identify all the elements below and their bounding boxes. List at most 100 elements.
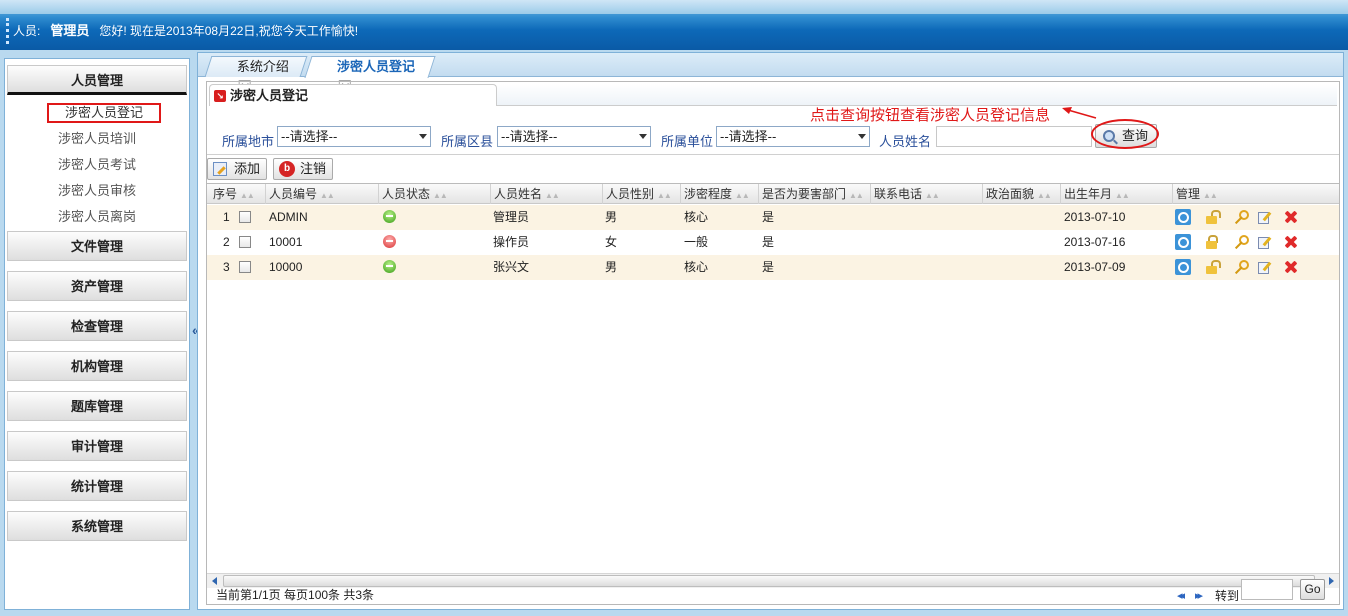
col-status[interactable]: 人员状态 ▲▲ bbox=[378, 184, 448, 204]
chevron-down-icon bbox=[858, 134, 866, 139]
table-row[interactable]: 2 10001 操作员 女 一般 是 2013-07-16 bbox=[207, 230, 1339, 255]
unit-select[interactable]: --请选择-- bbox=[716, 126, 870, 147]
sort-icon: ▲▲ bbox=[849, 191, 864, 200]
key-icon[interactable] bbox=[1231, 259, 1249, 275]
query-button[interactable]: 查询 bbox=[1095, 124, 1157, 148]
header-strip bbox=[0, 0, 1348, 14]
edit-icon[interactable] bbox=[1256, 234, 1272, 250]
view-icon[interactable] bbox=[1175, 209, 1191, 225]
unlock-icon[interactable] bbox=[1203, 209, 1221, 225]
col-name[interactable]: 人员姓名 ▲▲ bbox=[490, 184, 560, 204]
menu-organization[interactable]: 机构管理 bbox=[7, 351, 187, 381]
menu-system[interactable]: 系统管理 bbox=[7, 511, 187, 541]
annotation-text: 点击查询按钮查看涉密人员登记信息 bbox=[810, 107, 1051, 124]
sidebar: 人员管理 涉密人员登记 涉密人员培训 涉密人员考试 涉密人员审核 涉密人员离岗 … bbox=[4, 58, 190, 610]
menu-personnel[interactable]: 人员管理 bbox=[7, 65, 187, 95]
menu-inspection[interactable]: 检查管理 bbox=[7, 311, 187, 341]
sidebar-item-training[interactable]: 涉密人员培训 bbox=[7, 129, 187, 149]
first-page-icon[interactable]: ◂◂ bbox=[1177, 589, 1185, 602]
unlock-icon[interactable] bbox=[1203, 259, 1221, 275]
horizontal-scrollbar[interactable] bbox=[207, 573, 1339, 588]
row-checkbox[interactable] bbox=[239, 261, 251, 273]
add-button[interactable]: 添加 bbox=[207, 158, 268, 180]
col-code[interactable]: 人员编号 ▲▲ bbox=[265, 184, 335, 204]
cell-gender: 男 bbox=[605, 210, 618, 224]
tab-register[interactable]: 涉密人员登记 bbox=[304, 56, 436, 92]
key-icon[interactable] bbox=[1231, 209, 1249, 225]
menu-assets[interactable]: 资产管理 bbox=[7, 271, 187, 301]
key-icon[interactable] bbox=[1231, 234, 1249, 250]
cell-code: 10000 bbox=[269, 260, 303, 274]
cell-birth: 2013-07-10 bbox=[1064, 210, 1126, 224]
edit-icon[interactable] bbox=[1256, 259, 1272, 275]
last-page-icon[interactable]: ▸▸ bbox=[1195, 589, 1203, 602]
goto-page-input[interactable] bbox=[1241, 579, 1293, 600]
scroll-right-icon[interactable] bbox=[1329, 577, 1334, 585]
unit-label: 所属单位 bbox=[661, 134, 714, 149]
sort-icon: ▲▲ bbox=[925, 191, 940, 200]
edit-document-icon bbox=[213, 162, 227, 176]
sort-icon: ▲▲ bbox=[1203, 191, 1218, 200]
name-label: 人员姓名 bbox=[879, 134, 932, 149]
sidebar-item-register[interactable]: 涉密人员登记 bbox=[47, 103, 161, 123]
query-button-label: 查询 bbox=[1122, 128, 1149, 143]
county-select[interactable]: --请选择-- bbox=[497, 126, 651, 147]
col-key-dept[interactable]: 是否为要害部门 ▲▲ bbox=[758, 184, 864, 204]
col-birth[interactable]: 出生年月 ▲▲ bbox=[1060, 184, 1130, 204]
delete-icon[interactable] bbox=[1283, 259, 1299, 275]
cell-name: 张兴文 bbox=[493, 260, 530, 274]
lock-icon[interactable] bbox=[1203, 234, 1219, 250]
city-select-value: --请选择-- bbox=[281, 129, 338, 144]
col-gender[interactable]: 人员性别 ▲▲ bbox=[602, 184, 672, 204]
col-phone[interactable]: 联系电话 ▲▲ bbox=[870, 184, 940, 204]
tab-register-label: 涉密人员登记 bbox=[337, 59, 416, 74]
cancel-button[interactable]: b 注销 bbox=[273, 158, 334, 180]
table-row[interactable]: 3 10000 张兴文 男 核心 是 2013-07-09 bbox=[207, 255, 1339, 280]
col-political[interactable]: 政治面貌 ▲▲ bbox=[982, 184, 1052, 204]
panel-title: 涉密人员登记 bbox=[230, 88, 309, 103]
row-checkbox[interactable] bbox=[239, 236, 251, 248]
name-input[interactable] bbox=[936, 126, 1092, 147]
col-manage[interactable]: 管理 ▲▲ bbox=[1172, 184, 1218, 204]
cell-key-dept: 是 bbox=[762, 260, 775, 274]
view-icon[interactable] bbox=[1175, 259, 1191, 275]
status-active-icon bbox=[383, 260, 396, 273]
sidebar-item-review[interactable]: 涉密人员审核 bbox=[7, 181, 187, 201]
view-icon[interactable] bbox=[1175, 234, 1191, 250]
menu-question-bank[interactable]: 题库管理 bbox=[7, 391, 187, 421]
scrollbar-thumb[interactable] bbox=[223, 575, 1315, 587]
table-row[interactable]: 1 ADMIN 管理员 男 核心 是 2013-07-10 bbox=[207, 205, 1339, 230]
sort-icon: ▲▲ bbox=[1115, 191, 1130, 200]
cancel-icon: b bbox=[279, 161, 295, 177]
col-index[interactable]: 序号 ▲▲ bbox=[210, 184, 255, 204]
county-label: 所属区县 bbox=[441, 134, 494, 149]
tab-intro[interactable]: 系统介绍 bbox=[204, 56, 308, 92]
sidebar-item-exam[interactable]: 涉密人员考试 bbox=[7, 155, 187, 175]
cell-gender: 女 bbox=[605, 235, 618, 249]
annotation-arrow-icon bbox=[1062, 107, 1097, 119]
cell-level: 一般 bbox=[684, 235, 709, 249]
tab-bar: 系统介绍 涉密人员登记 bbox=[198, 53, 1343, 92]
col-level[interactable]: 涉密程度 ▲▲ bbox=[680, 184, 750, 204]
sort-icon: ▲▲ bbox=[433, 191, 448, 200]
city-select[interactable]: --请选择-- bbox=[277, 126, 431, 147]
go-button[interactable]: Go bbox=[1300, 579, 1325, 600]
edit-icon[interactable] bbox=[1256, 209, 1272, 225]
sidebar-item-leave[interactable]: 涉密人员离岗 bbox=[7, 207, 187, 227]
cell-level: 核心 bbox=[684, 260, 709, 274]
main-panel: 系统介绍 涉密人员登记 ↘ 涉密人员登记 点击查询按钮查看涉密人员登记信息 所属… bbox=[197, 52, 1344, 610]
menu-statistics[interactable]: 统计管理 bbox=[7, 471, 187, 501]
unit-select-value: --请选择-- bbox=[720, 129, 777, 144]
cell-code: 10001 bbox=[269, 235, 303, 249]
welcome-text: 您好! 现在是2013年08月22日,祝您今天工作愉快! bbox=[99, 24, 359, 38]
scroll-left-icon[interactable] bbox=[212, 577, 217, 585]
cancel-button-label: 注销 bbox=[300, 161, 327, 176]
menu-files[interactable]: 文件管理 bbox=[7, 231, 187, 261]
cell-key-dept: 是 bbox=[762, 210, 775, 224]
delete-icon[interactable] bbox=[1283, 209, 1299, 225]
add-button-label: 添加 bbox=[234, 161, 261, 176]
row-checkbox[interactable] bbox=[239, 211, 251, 223]
menu-audit[interactable]: 审计管理 bbox=[7, 431, 187, 461]
delete-icon[interactable] bbox=[1283, 234, 1299, 250]
search-icon bbox=[1103, 130, 1115, 142]
